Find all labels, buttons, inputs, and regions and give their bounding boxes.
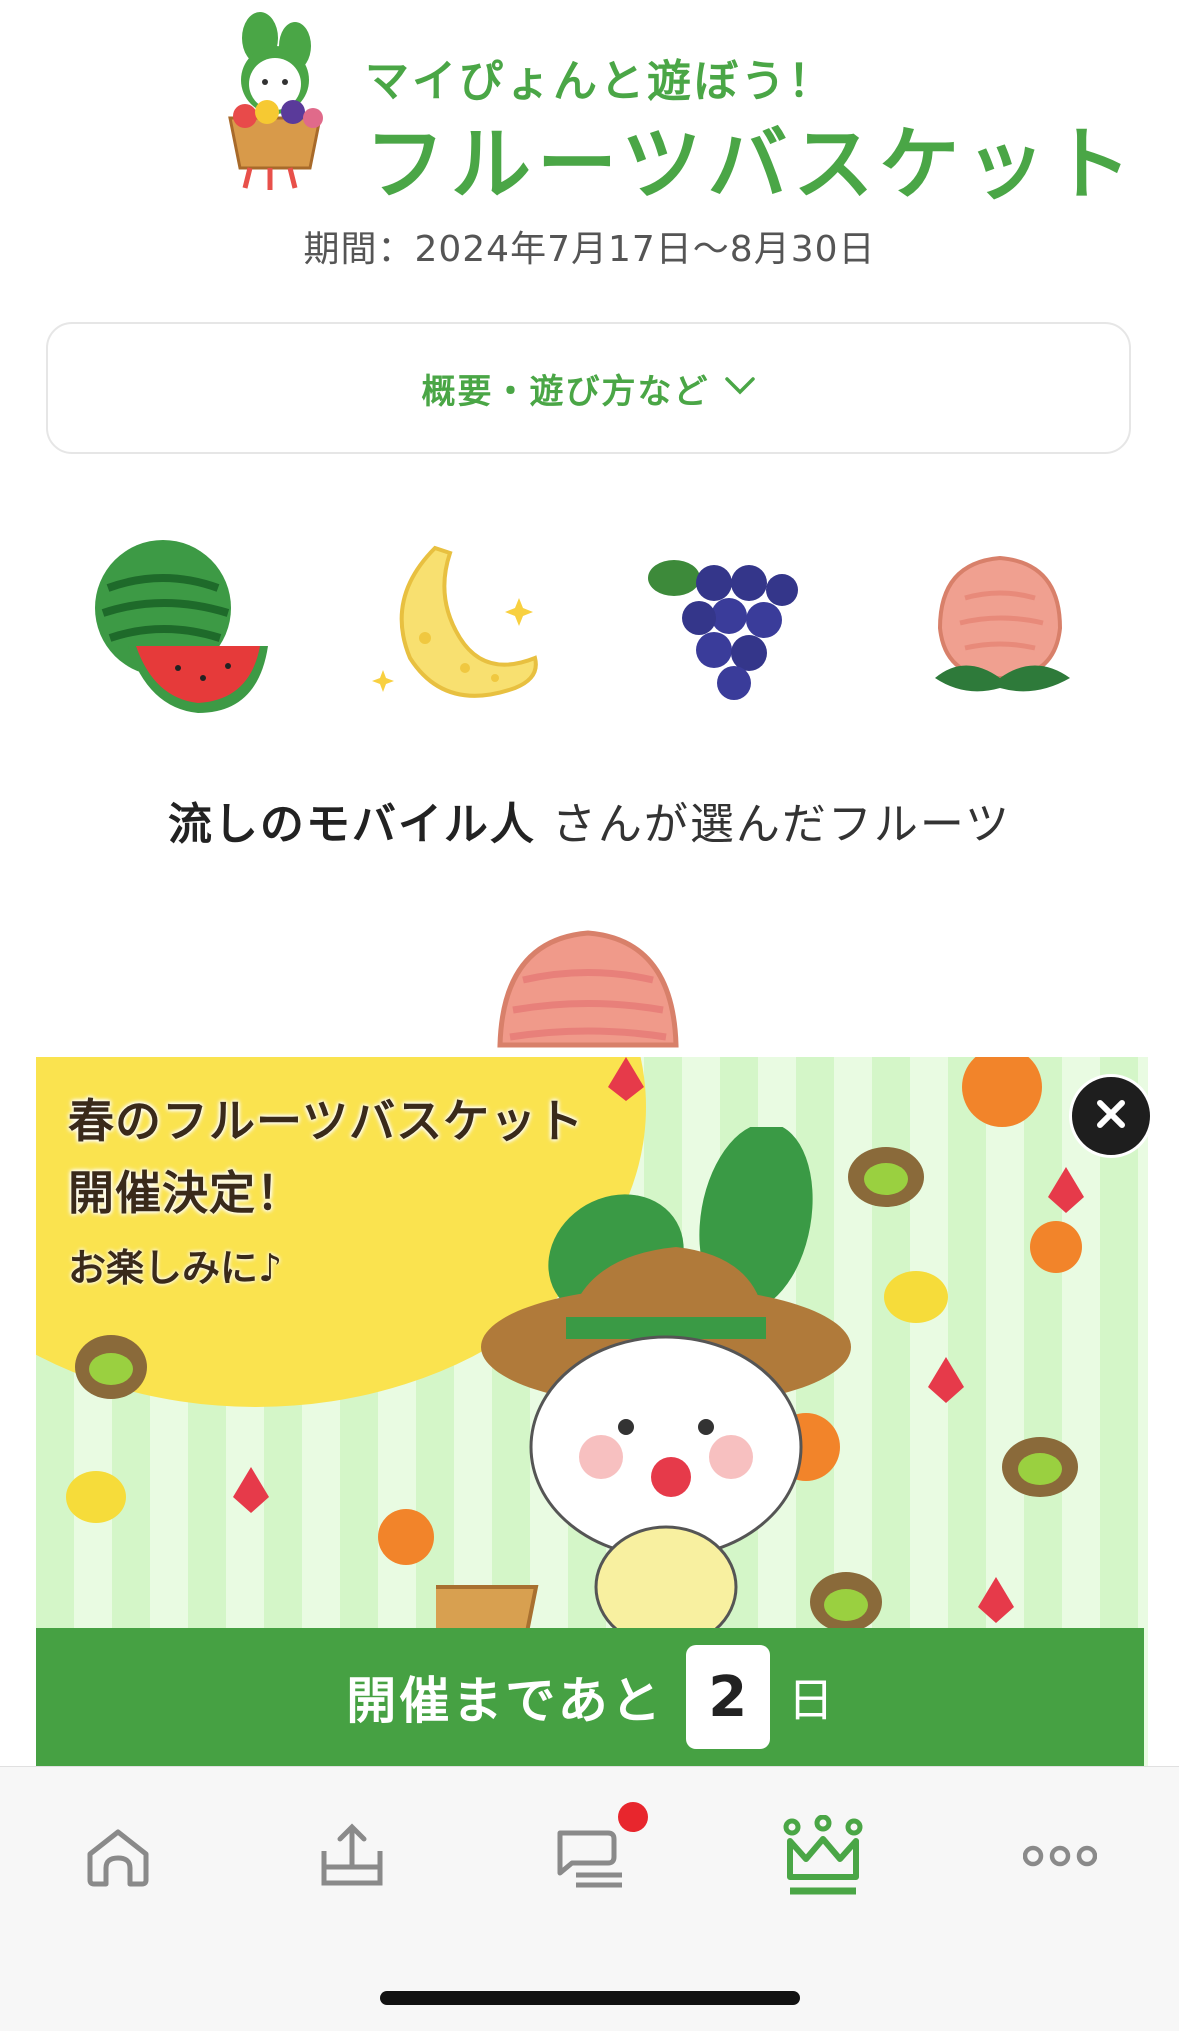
notification-badge: [618, 1802, 648, 1832]
countdown-value: 2: [685, 1645, 770, 1749]
nav-chat[interactable]: [540, 1802, 648, 1908]
home-indicator[interactable]: [380, 1991, 800, 2005]
page-title: フルーツバスケット: [365, 118, 1138, 211]
crown-icon: [782, 1814, 864, 1901]
banner-message: お楽しみに♪: [68, 1246, 283, 1290]
header-mascot-image: [205, 8, 340, 193]
overview-label: 概要・遊び方など: [421, 371, 710, 412]
peach-icon[interactable]: [905, 528, 1095, 718]
nav-upload[interactable]: [302, 1808, 402, 1908]
countdown-bar: 開催まであと 2 日: [36, 1628, 1144, 1766]
close-button[interactable]: [1069, 1074, 1153, 1158]
selected-peach-image: [488, 925, 688, 1065]
watermelon-icon[interactable]: [88, 528, 278, 718]
banner-subheading: 開催決定！: [68, 1166, 303, 1220]
chevron-down-icon: [724, 376, 756, 400]
overview-button[interactable]: 概要・遊び方など: [46, 322, 1131, 454]
nav-home[interactable]: [68, 1808, 168, 1908]
home-icon: [82, 1824, 154, 1892]
chooser-user-name: 流しのモバイル人: [167, 799, 536, 850]
mascot-with-basket-image: [436, 1127, 851, 1687]
chat-icon: [550, 1823, 630, 1893]
more-icon: [1022, 1844, 1098, 1872]
chooser-suffix: さんが選んだフルーツ: [535, 799, 1012, 850]
event-period: 期間：2024年7月17日〜8月30日: [303, 229, 876, 270]
close-icon: [1094, 1097, 1128, 1135]
chooser-text: 流しのモバイル人 さんが選んだフルーツ: [0, 788, 1179, 852]
nav-more[interactable]: [1010, 1808, 1110, 1908]
countdown-suffix: 日: [787, 1673, 834, 1727]
banana-icon[interactable]: [365, 528, 555, 718]
nav-crown[interactable]: [773, 1808, 873, 1908]
countdown-prefix: 開催まであと: [346, 1672, 664, 1730]
grapes-icon[interactable]: [634, 528, 824, 718]
upload-icon: [316, 1821, 388, 1895]
